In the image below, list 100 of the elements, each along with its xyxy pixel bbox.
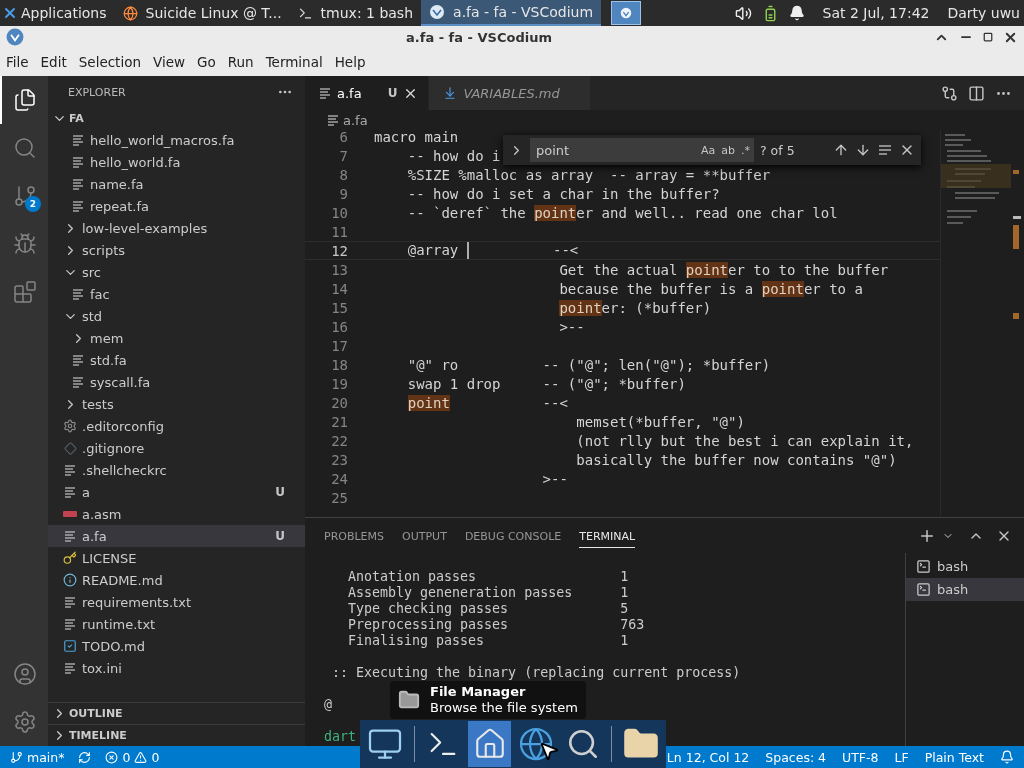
- status-item[interactable]: UTF-8: [842, 749, 879, 765]
- tree-item[interactable]: std.fa: [48, 349, 305, 371]
- tree-item[interactable]: TODO.md: [48, 635, 305, 657]
- editor-tab[interactable]: VARIABLES.md: [429, 76, 591, 110]
- tree-item[interactable]: tox.ini: [48, 657, 305, 679]
- menu-item[interactable]: Go: [191, 54, 222, 70]
- mouse-pointer-icon: [538, 740, 560, 762]
- tree-item[interactable]: tests: [48, 393, 305, 415]
- next-match-icon[interactable]: [855, 142, 871, 158]
- branch-status[interactable]: main*: [10, 749, 65, 765]
- line-number: 19: [330, 375, 348, 392]
- taskbar-button[interactable]: tmux: 1 bash: [289, 0, 422, 26]
- panel-tab[interactable]: DEBUG CONSOLE: [464, 523, 562, 548]
- find-option[interactable]: .*: [741, 143, 750, 157]
- warning-icon: [134, 750, 148, 764]
- clock[interactable]: Sat 2 Jul, 17:42: [822, 5, 930, 21]
- file-lines-icon: [64, 530, 76, 542]
- line-number: 21: [330, 413, 348, 430]
- tree-item[interactable]: requirements.txt: [48, 591, 305, 613]
- previous-match-icon[interactable]: [833, 142, 849, 158]
- applications-menu[interactable]: Applications: [2, 0, 115, 26]
- menu-item[interactable]: View: [146, 54, 191, 70]
- app-logo-icon: [429, 4, 446, 20]
- tree-item[interactable]: a.fa U: [48, 525, 305, 547]
- section-header[interactable]: OUTLINE: [48, 702, 305, 724]
- activity-button[interactable]: 2: [0, 172, 48, 220]
- tree-item[interactable]: hello_world.fa: [48, 151, 305, 173]
- tree-item[interactable]: a.asm: [48, 503, 305, 525]
- menu-item[interactable]: File: [0, 54, 35, 70]
- menu-item[interactable]: Selection: [72, 54, 147, 70]
- find-field[interactable]: point Aa ab .*: [530, 138, 754, 162]
- problems-status[interactable]: 0 0: [105, 749, 160, 765]
- tree-item[interactable]: src: [48, 261, 305, 283]
- code-line: basically the buffer now contains "@"): [576, 451, 897, 468]
- taskbar-button[interactable]: Suicide Linux @ T...: [114, 0, 290, 26]
- status-item[interactable]: Ln 12, Col 12: [666, 749, 750, 765]
- settings-icon: [13, 710, 37, 734]
- status-item[interactable]: LF: [894, 749, 909, 765]
- code-line: -- `deref` the pointer and well.. read one char lol: [407, 204, 838, 221]
- git-status: U: [275, 529, 285, 543]
- tree-item[interactable]: low-level-examples: [48, 217, 305, 239]
- file-lines-icon: [72, 156, 84, 168]
- tree-item[interactable]: a U: [48, 481, 305, 503]
- terminal-list-item[interactable]: bash: [906, 578, 1024, 601]
- line-number: 22: [330, 432, 348, 449]
- menu-item[interactable]: Help: [328, 54, 372, 70]
- terminal-list-item[interactable]: bash: [906, 555, 1024, 578]
- tree-item[interactable]: fac: [48, 283, 305, 305]
- compare-icon[interactable]: [941, 84, 958, 102]
- find-option[interactable]: Aa: [701, 143, 716, 157]
- menu-item[interactable]: Edit: [34, 54, 73, 70]
- tree-item[interactable]: runtime.txt: [48, 613, 305, 635]
- bell-icon[interactable]: [788, 5, 805, 21]
- code-line: because the buffer is a pointer to a: [559, 280, 863, 297]
- diamond-icon: [63, 441, 77, 455]
- terminal-icon: [916, 559, 931, 574]
- panel-tab[interactable]: PROBLEMS: [324, 523, 385, 548]
- tree-item[interactable]: std: [48, 305, 305, 327]
- breadcrumb-item[interactable]: a.fa: [343, 112, 368, 128]
- tree-item[interactable]: .gitignore: [48, 437, 305, 459]
- menu-item[interactable]: Run: [221, 54, 260, 70]
- git-status: U: [275, 485, 285, 499]
- find-option[interactable]: ab: [721, 143, 735, 157]
- tree-item[interactable]: hello_world_macros.fa: [48, 129, 305, 151]
- status-item[interactable]: Spaces: 4: [765, 749, 827, 765]
- tree-item[interactable]: README.md: [48, 569, 305, 591]
- panel-tab[interactable]: OUTPUT: [402, 523, 447, 548]
- line-number: 12: [330, 242, 348, 259]
- tree-item[interactable]: .shellcheckrc: [48, 459, 305, 481]
- tree-item[interactable]: name.fa: [48, 173, 305, 195]
- gear-icon: [63, 419, 77, 433]
- panel-tab[interactable]: TERMINAL: [579, 523, 636, 548]
- tree-item[interactable]: LICENSE: [48, 547, 305, 569]
- editor-tab[interactable]: a.fa U: [305, 76, 430, 110]
- tree-item[interactable]: syscall.fa: [48, 371, 305, 393]
- globe-icon: [518, 726, 555, 762]
- menu-item[interactable]: Terminal: [259, 54, 329, 70]
- selection-lines-icon[interactable]: [877, 142, 893, 158]
- tree-root[interactable]: FA: [48, 108, 305, 129]
- taskbar-button[interactable]: a.fa - fa - VSCodium: [421, 0, 602, 26]
- status-item[interactable]: Plain Text: [924, 749, 984, 765]
- sync-icon[interactable]: [78, 750, 92, 764]
- tree-item[interactable]: repeat.fa: [48, 195, 305, 217]
- file-lines-icon: [64, 662, 76, 674]
- tree-item[interactable]: .editorconfig: [48, 415, 305, 437]
- line-number: 20: [330, 394, 348, 411]
- maximize-button[interactable]: [983, 32, 993, 42]
- tooltip-text: Browse the file system: [430, 700, 578, 716]
- workspace-button[interactable]: [611, 1, 642, 25]
- key-icon: [63, 551, 77, 565]
- tree-item[interactable]: scripts: [48, 239, 305, 261]
- line-number: 16: [330, 318, 348, 335]
- user-name[interactable]: Darty uwu: [947, 5, 1020, 21]
- folder-icon: [398, 689, 420, 711]
- code-line: >--: [559, 318, 585, 335]
- tree-item[interactable]: mem: [48, 327, 305, 349]
- split-icon[interactable]: [968, 84, 985, 102]
- file-lines-icon: [64, 486, 76, 498]
- file-lines-icon: [319, 87, 331, 99]
- volume-icon[interactable]: [734, 4, 752, 22]
